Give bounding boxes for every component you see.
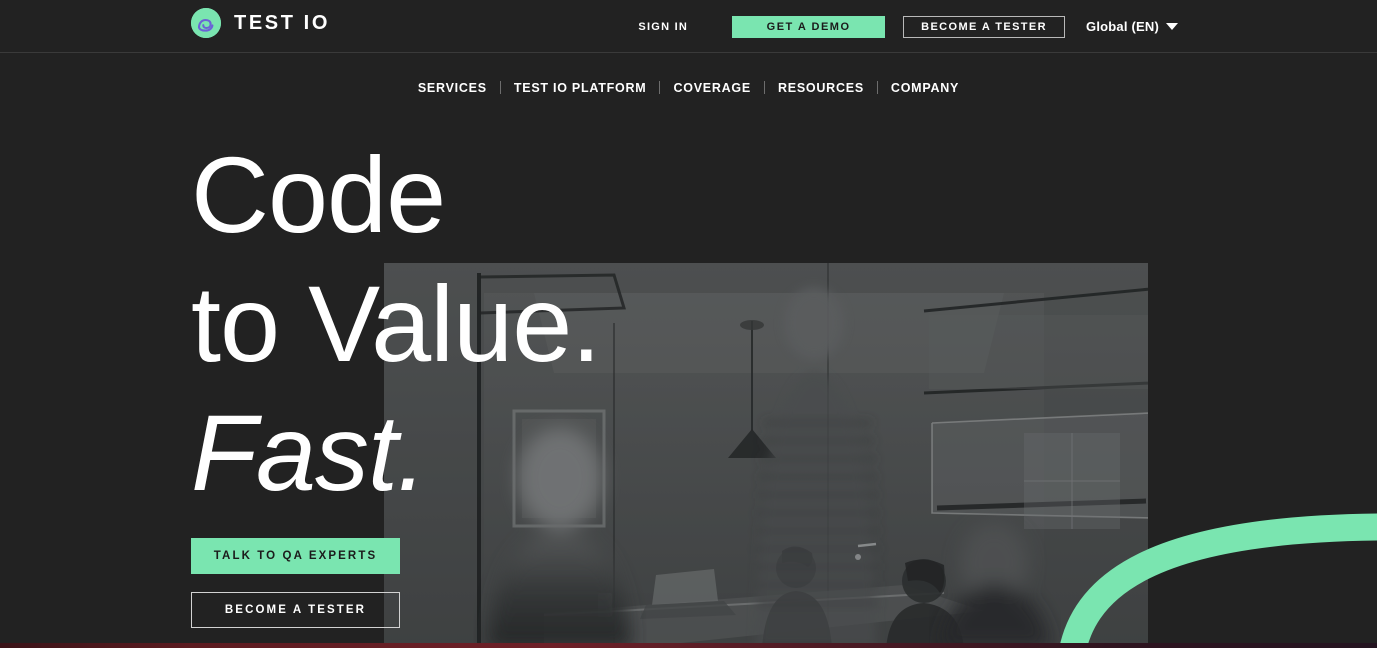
brand-name: TEST IO bbox=[234, 11, 330, 34]
become-a-tester-top-button[interactable]: BECOME A TESTER bbox=[903, 15, 1066, 38]
nav-item-coverage[interactable]: COVERAGE bbox=[660, 81, 764, 95]
test-io-swirl-logo-icon bbox=[191, 8, 221, 38]
nav-item-company[interactable]: COMPANY bbox=[878, 81, 972, 95]
locale-selector[interactable]: Global (EN) bbox=[1086, 19, 1178, 34]
get-a-demo-button[interactable]: GET A DEMO bbox=[732, 15, 886, 38]
hero-title-line-1: Code bbox=[191, 134, 446, 255]
hero-section: Code to Value. Fast. TALK TO QA EXPERTS … bbox=[0, 121, 1377, 648]
top-bar: TEST IO SIGN IN GET A DEMO BECOME A TEST… bbox=[0, 0, 1377, 53]
brand-logo-link[interactable]: TEST IO bbox=[191, 8, 330, 38]
page-root: TEST IO SIGN IN GET A DEMO BECOME A TEST… bbox=[0, 0, 1377, 648]
page-title: Code to Value. Fast. bbox=[191, 130, 601, 517]
hero-title-line-3: Fast. bbox=[191, 392, 427, 513]
talk-to-qa-experts-button[interactable]: TALK TO QA EXPERTS bbox=[191, 538, 400, 574]
hero-title-line-2: to Value. bbox=[191, 263, 601, 384]
nav-item-services[interactable]: SERVICES bbox=[405, 81, 500, 95]
sign-in-link[interactable]: SIGN IN bbox=[638, 21, 688, 33]
become-a-tester-hero-button[interactable]: BECOME A TESTER bbox=[191, 592, 400, 628]
main-navigation: SERVICES TEST IO PLATFORM COVERAGE RESOU… bbox=[0, 54, 1377, 121]
bottom-color-strip bbox=[0, 643, 1377, 648]
hero-cta-group: TALK TO QA EXPERTS BECOME A TESTER bbox=[191, 538, 400, 628]
locale-label: Global (EN) bbox=[1086, 19, 1159, 34]
nav-item-test-io-platform[interactable]: TEST IO PLATFORM bbox=[501, 81, 660, 95]
nav-item-resources[interactable]: RESOURCES bbox=[765, 81, 877, 95]
chevron-down-icon bbox=[1166, 23, 1178, 30]
top-bar-actions: SIGN IN GET A DEMO BECOME A TESTER Globa… bbox=[638, 0, 1178, 53]
